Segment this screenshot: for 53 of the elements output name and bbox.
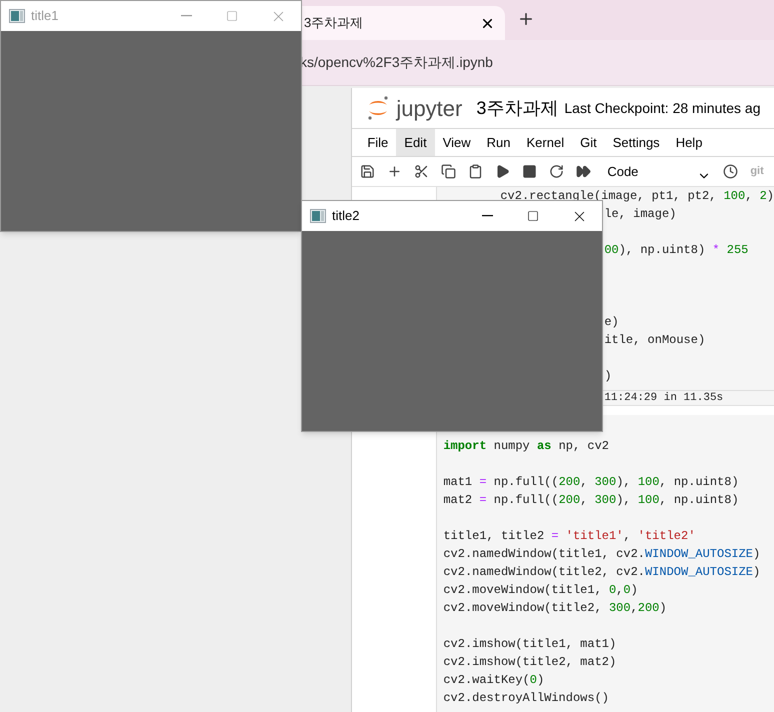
add-icon[interactable] [387,164,402,179]
code-line: cv2.destroyAllWindows() [443,691,609,705]
notebook-title[interactable]: 3주차과제 [476,94,558,122]
code-line: ) [604,369,612,383]
menu-item[interactable]: Kernel [518,129,572,156]
menu-item[interactable]: Edit [396,129,435,156]
menu-item[interactable]: View [434,129,479,156]
jupyter-logo-icon [366,95,390,121]
minimize-icon [180,15,192,17]
browser-tab[interactable]: 3주차과제 [300,6,505,40]
code-line: cv2.imshow(title1, mat1) [443,637,616,651]
code-line: cv2.waitKey(0) [443,673,544,687]
new-tab-icon[interactable] [517,10,535,28]
clock-icon[interactable] [723,164,738,179]
copy-icon[interactable] [441,164,456,179]
paste-icon[interactable] [468,164,484,179]
menu-item[interactable]: Help [668,129,710,156]
minimize-icon [482,215,492,217]
code-line: cv2.moveWindow(title1, 0,0) [443,583,638,597]
menu-item[interactable]: File [359,129,396,156]
code-line: import numpy as np, cv2 [443,439,609,453]
cell-type-dropdown[interactable]: Code [607,160,712,182]
cut-icon[interactable] [414,164,430,179]
window-app-icon [9,9,25,23]
code-line: mat2 = np.full((200, 300), 100, np.uint8) [443,493,739,507]
menu-item[interactable]: Run [478,129,518,156]
restart-icon[interactable] [549,164,564,179]
code-line: mat1 = np.full((200, 300), 100, np.uint8) [443,475,739,489]
menu-item[interactable]: Settings [604,129,668,156]
checkpoint-text: Last Checkpoint: 28 minutes ag [564,98,761,118]
fast-forward-icon[interactable] [576,164,592,179]
maximize-icon [527,210,539,222]
window-title: title2 [332,207,360,226]
execution-status: 11:24:29 in 11.35s [604,392,724,404]
code-line: cv2.imshow(title2, mat2) [443,655,616,669]
save-icon[interactable] [360,164,376,179]
code-line: cv2.namedWindow(title1, cv2.WINDOW_AUTOSIZE) [443,547,760,561]
code-line: 00), np.uint8) * 255 [604,243,748,257]
address-bar-text[interactable]: ks/opencv%2F3주차과제.ipynb [300,52,493,73]
menu-item[interactable]: Git [572,129,605,156]
window-title: title1 [31,7,58,26]
window-app-icon [310,209,326,223]
code-line: itle, onMouse) [604,333,706,347]
code-line: cv2.namedWindow(title2, cv2.WINDOW_AUTOSIZE) [443,565,760,579]
code-line: title1, title2 = 'title1', 'title2' [443,529,696,543]
run-icon[interactable] [495,164,510,179]
logo-text: jupyter [396,94,462,123]
code-line: cv2.moveWindow(title2, 300,200) [443,601,667,615]
code-line: le, image) [604,207,676,221]
code-line: cv2.rectangle(image, pt1, pt2, 100, 2) [500,189,774,203]
code-line: e) [604,315,619,329]
maximize-icon [226,10,238,22]
stop-icon[interactable] [522,164,538,179]
